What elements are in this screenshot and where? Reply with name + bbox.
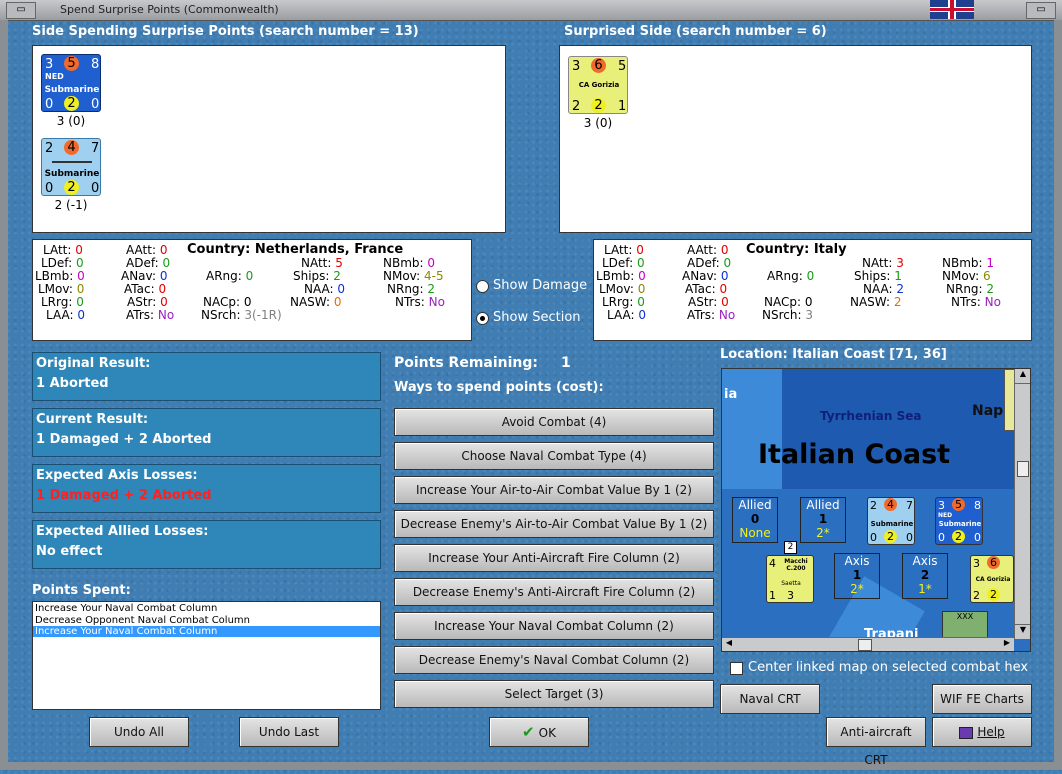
help-button[interactable]: Help [932, 717, 1032, 747]
increase-anti-aircraft-button[interactable]: Increase Your Anti-Aircraft Fire Column … [394, 544, 714, 572]
window-title: Spend Surprise Points (Commonwealth) [60, 3, 279, 16]
unit-caption: 3 (0) [583, 116, 613, 130]
linked-map[interactable]: ia Tyrrhenian Sea Napl Risolto Italian C… [721, 368, 1031, 652]
original-result-panel: Original Result: 1 Aborted [32, 352, 381, 401]
naval-crt-button[interactable]: Naval CRT [720, 684, 820, 714]
unit-name: Submarine [44, 169, 100, 179]
country-label: Country: Netherlands, France [187, 242, 404, 257]
area-label: Italian Coast [758, 439, 951, 470]
unit-counter[interactable]: 3 5 8 NED Submarine 0 2 0 [41, 54, 101, 112]
undo-all-button[interactable]: Undo All [89, 717, 189, 747]
map-text: ia [724, 387, 738, 402]
show-damage-label[interactable]: Show Damage [493, 278, 587, 293]
system-menu-button[interactable]: ▭ [6, 2, 36, 19]
location-label: Location: Italian Coast [71, 36] [720, 347, 947, 362]
stack-count-badge: 2 [784, 541, 797, 554]
list-item[interactable]: Decrease Opponent Naval Combat Column [33, 615, 380, 626]
map-text: Napl [972, 403, 1008, 419]
anti-aircraft-crt-button[interactable]: Anti-aircraft CRT [826, 717, 926, 767]
sea-label: Tyrrhenian Sea [820, 409, 922, 423]
show-section-radio[interactable] [476, 312, 489, 325]
vertical-scrollbar[interactable]: ▲ ▼ [1014, 369, 1030, 639]
increase-naval-combat-column-button[interactable]: Increase Your Naval Combat Column (2) [394, 612, 714, 640]
unit-caption: 2 (-1) [54, 198, 88, 212]
scroll-thumb[interactable] [1017, 461, 1029, 477]
expected-axis-losses-panel: Expected Axis Losses: 1 Damaged + 2 Abor… [32, 464, 381, 513]
select-target-button[interactable]: Select Target (3) [394, 680, 714, 708]
list-item[interactable]: Increase Your Naval Combat Column [33, 626, 380, 637]
unit-counter[interactable]: 2 4 7 Submarine 0 2 0 [41, 138, 101, 196]
left-side-header: Side Spending Surprise Points (search nu… [32, 24, 419, 39]
spending-side-stats-panel: LAtt: 0 AAtt: 0 Country: Netherlands, Fr… [32, 239, 472, 341]
points-spent-list[interactable]: Increase Your Naval Combat Column Decrea… [32, 601, 381, 710]
unit-counter[interactable]: 3 6 CA Gorizia 2 2 [970, 555, 1014, 603]
ok-button[interactable]: ✔ OK [489, 717, 589, 747]
center-map-checkbox[interactable] [730, 662, 743, 675]
decrease-enemy-anti-aircraft-button[interactable]: Decrease Enemy's Anti-Aircraft Fire Colu… [394, 578, 714, 606]
scroll-down-icon: ▼ [1015, 624, 1030, 639]
country-label: Country: Italy [746, 242, 847, 257]
avoid-combat-button[interactable]: Avoid Combat (4) [394, 408, 714, 436]
help-book-icon [959, 726, 974, 739]
expected-allied-losses-panel: Expected Allied Losses: No effect [32, 520, 381, 569]
allied-box[interactable]: Allied 1 2* [800, 497, 846, 543]
axis-box[interactable]: Axis 2 1* [902, 553, 948, 599]
scroll-thumb[interactable] [858, 639, 872, 651]
show-section-label[interactable]: Show Section [493, 310, 581, 325]
unit-caption: 3 (0) [56, 114, 86, 128]
points-remaining-label: Points Remaining: [394, 355, 539, 371]
surprised-side-stats-panel: LAtt: 0 AAtt: 0 Country: Italy NAtt: 3 N… [593, 239, 1032, 341]
allied-box[interactable]: Allied 0 None [732, 497, 778, 543]
unit-name: Submarine [44, 85, 100, 95]
points-remaining-value: 1 [561, 355, 571, 371]
show-damage-radio[interactable] [476, 280, 489, 293]
choose-naval-combat-type-button[interactable]: Choose Naval Combat Type (4) [394, 442, 714, 470]
decrease-enemy-air-to-air-button[interactable]: Decrease Enemy's Air-to-Air Combat Value… [394, 510, 714, 538]
unit-name: CA Gorizia [578, 81, 620, 89]
spending-side-units-panel: 3 5 8 NED Submarine 0 2 0 3 (0) 2 4 7 Su… [32, 45, 506, 233]
ship-silhouette-icon [52, 161, 92, 163]
scroll-left-icon: ◀ [725, 638, 733, 647]
surprised-side-units-panel: 3 6 5 CA Gorizia 2 2 1 3 (0) [559, 45, 1032, 233]
scroll-up-icon: ▲ [1015, 369, 1030, 384]
air-unit-counter[interactable]: 4 Macchi C.200 Saetta 1 3 [766, 555, 814, 603]
unit-counter[interactable]: 3 5 8 NED Submarine 0 2 0 [935, 497, 983, 545]
unit-counter[interactable]: 2 4 7 Submarine 0 2 0 [867, 497, 915, 545]
title-bar: ▭ Spend Surprise Points (Commonwealth) ▭ [0, 0, 1062, 21]
checkmark-icon: ✔ [522, 723, 535, 741]
nation-label: NED [45, 72, 64, 81]
horizontal-scrollbar[interactable]: ◀ ▶ [722, 637, 1014, 651]
current-result-panel: Current Result: 1 Damaged + 2 Aborted [32, 408, 381, 457]
decrease-enemy-naval-combat-column-button[interactable]: Decrease Enemy's Naval Combat Column (2) [394, 646, 714, 674]
increase-air-to-air-button[interactable]: Increase Your Air-to-Air Combat Value By… [394, 476, 714, 504]
center-map-label[interactable]: Center linked map on selected combat hex [748, 660, 1028, 675]
uk-flag-icon [930, 0, 974, 19]
scroll-right-icon: ▶ [1003, 638, 1011, 647]
axis-box[interactable]: Axis 1 2* [834, 553, 880, 599]
undo-last-button[interactable]: Undo Last [239, 717, 339, 747]
right-side-header: Surprised Side (search number = 6) [564, 24, 827, 39]
ways-to-spend-label: Ways to spend points (cost): [394, 380, 604, 395]
list-item[interactable]: Increase Your Naval Combat Column [33, 602, 380, 615]
wif-fe-charts-button[interactable]: WIF FE Charts [932, 684, 1032, 714]
unit-counter[interactable]: 3 6 5 CA Gorizia 2 2 1 [568, 56, 628, 114]
close-button[interactable]: ▭ [1026, 2, 1056, 19]
points-spent-label: Points Spent: [32, 583, 131, 598]
